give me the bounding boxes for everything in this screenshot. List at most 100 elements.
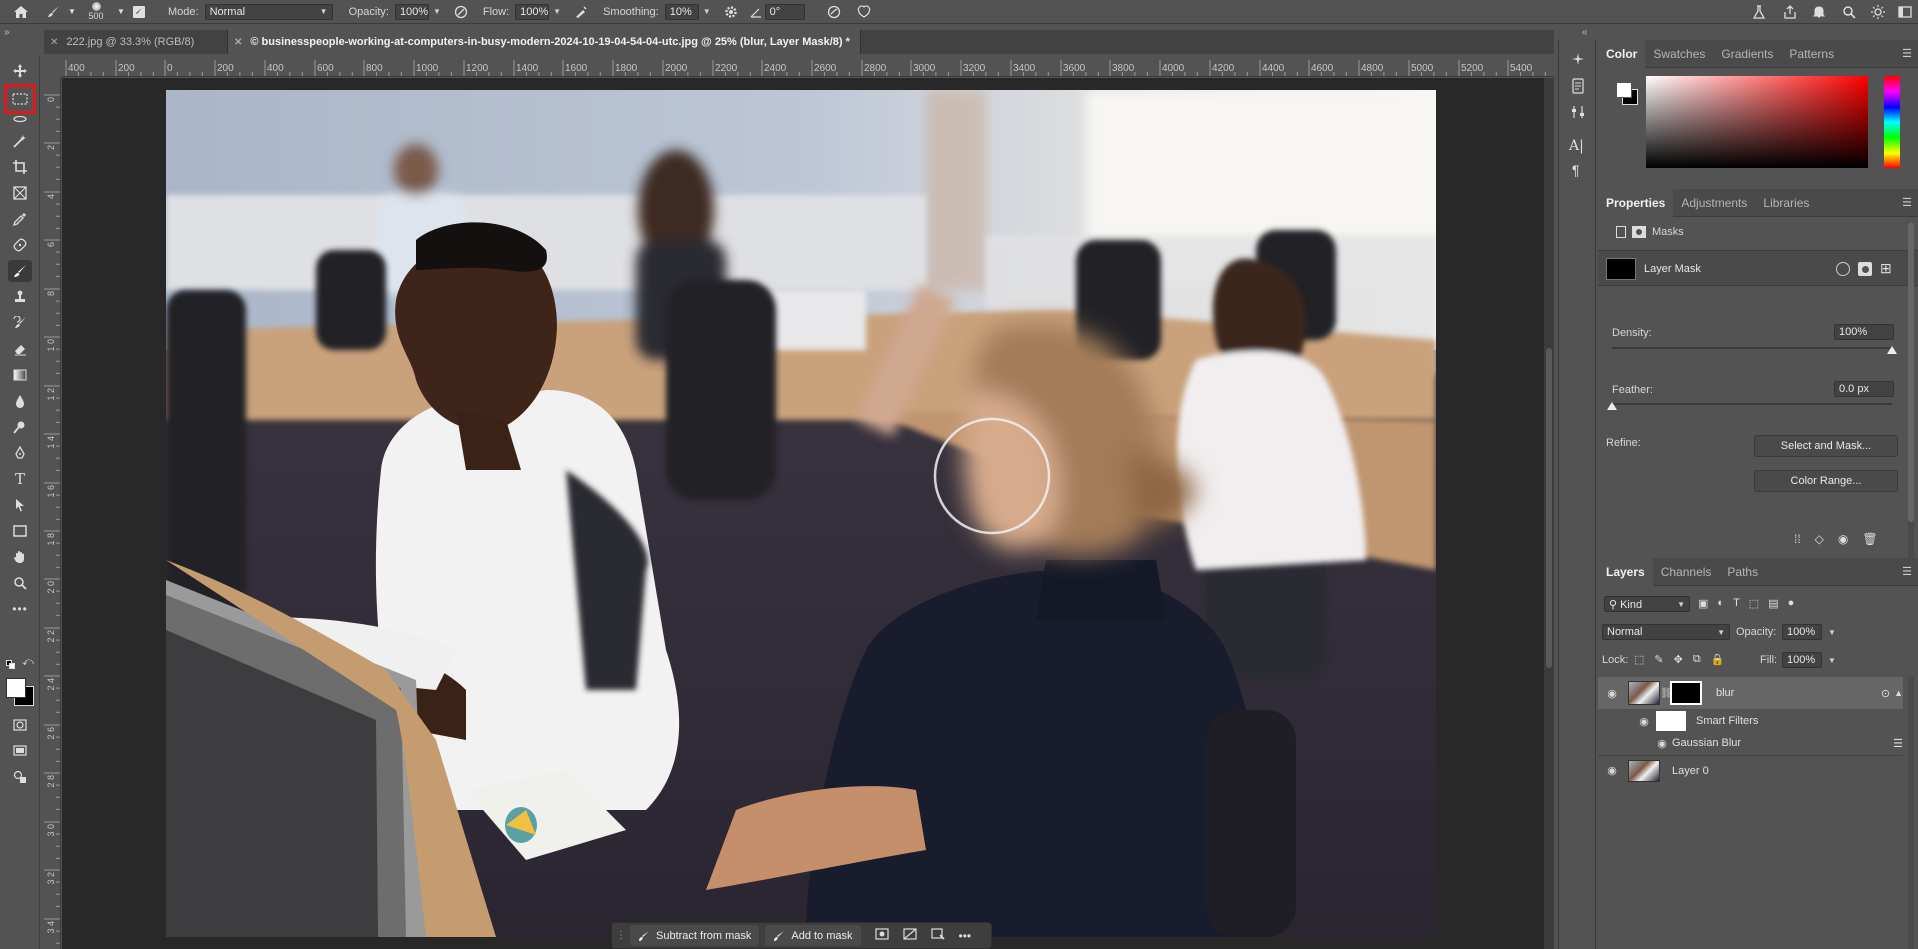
character-icon[interactable]: A|: [1569, 138, 1584, 154]
paragraph-icon[interactable]: ¶: [1572, 162, 1580, 178]
vector-mask-icon[interactable]: [1836, 262, 1850, 276]
chevron-down-icon[interactable]: ▼: [553, 7, 561, 16]
chevron-down-icon[interactable]: ▼: [1828, 656, 1836, 665]
artboard-icon[interactable]: [8, 766, 32, 788]
filter-options-icon[interactable]: ☰: [1893, 737, 1903, 750]
tab-gradients[interactable]: Gradients: [1713, 40, 1781, 68]
eye-icon[interactable]: ◉: [1602, 764, 1622, 777]
tab-swatches[interactable]: Swatches: [1645, 40, 1713, 68]
eyedropper-icon[interactable]: [8, 208, 32, 230]
layer-filter-kind[interactable]: ⚲ Kind ▼: [1604, 596, 1690, 612]
blend-mode-select[interactable]: Normal ▼: [1602, 624, 1730, 640]
tab-document-1[interactable]: ✕ 222.jpg @ 33.3% (RGB/8): [44, 30, 228, 54]
learn-icon[interactable]: [1570, 52, 1586, 71]
lock-all-icon[interactable]: 🔒: [1711, 653, 1725, 666]
properties-scrollbar[interactable]: [1908, 222, 1914, 562]
close-icon[interactable]: ✕: [234, 37, 242, 48]
default-colors-icon[interactable]: [6, 660, 15, 669]
apply-mask-icon[interactable]: ◇: [1815, 532, 1824, 546]
discover-icon[interactable]: [1864, 0, 1892, 24]
layer-mask-thumbnail[interactable]: [1670, 681, 1702, 705]
tab-color[interactable]: Color: [1598, 39, 1646, 68]
tab-layers[interactable]: Layers: [1598, 557, 1653, 586]
brush-preset-icon[interactable]: [42, 0, 66, 24]
quick-mask-icon[interactable]: [8, 714, 32, 736]
healing-brush-icon[interactable]: [8, 234, 32, 256]
shape-filter-icon[interactable]: ⬚: [1749, 597, 1759, 610]
brush-size-preview[interactable]: 500: [78, 0, 114, 24]
layers-scrollbar[interactable]: [1908, 677, 1914, 949]
lock-artboard-icon[interactable]: ⧉: [1693, 653, 1701, 666]
lock-transparent-icon[interactable]: ⬚: [1634, 653, 1644, 666]
path-selection-icon[interactable]: [8, 494, 32, 516]
type-filter-icon[interactable]: T: [1733, 597, 1740, 610]
home-icon[interactable]: [0, 0, 42, 24]
panel-menu-icon[interactable]: ☰: [1902, 47, 1912, 60]
gear-icon[interactable]: [721, 0, 741, 24]
chevron-down-icon[interactable]: ▼: [703, 7, 711, 16]
magic-wand-icon[interactable]: [8, 130, 32, 152]
tab-document-2[interactable]: ✕ © businesspeople-working-at-computers-…: [228, 30, 861, 54]
airbrush-icon[interactable]: [571, 0, 591, 24]
collapse-toolbar-icon[interactable]: »: [4, 27, 10, 38]
feather-slider-track[interactable]: [1612, 403, 1892, 405]
eye-icon[interactable]: ◉: [1634, 715, 1654, 728]
mode-select[interactable]: Normal ▼: [204, 3, 333, 20]
pressure-size-icon[interactable]: [823, 0, 845, 24]
tab-channels[interactable]: Channels: [1653, 558, 1720, 586]
brush-settings-icon[interactable]: [128, 0, 150, 24]
add-to-mask-button[interactable]: Add to mask: [765, 925, 861, 946]
bell-icon[interactable]: [1804, 0, 1834, 24]
smoothing-input[interactable]: 10%: [664, 3, 699, 20]
share-icon[interactable]: [1776, 0, 1804, 24]
trash-icon[interactable]: 🗑: [1862, 532, 1877, 546]
move-tool-icon[interactable]: [8, 60, 32, 82]
visibility-icon[interactable]: ◉: [1838, 532, 1848, 546]
chevron-down-icon[interactable]: ▼: [433, 7, 441, 16]
mask-options-icon[interactable]: [874, 928, 893, 943]
eye-icon[interactable]: ◉: [1652, 737, 1672, 750]
canvas-area[interactable]: [62, 78, 1554, 949]
swap-colors-icon[interactable]: ⤺: [22, 656, 34, 669]
canvas-vertical-scrollbar[interactable]: [1544, 78, 1554, 949]
tab-adjustments[interactable]: Adjustments: [1673, 189, 1755, 217]
image-filter-icon[interactable]: ▣: [1698, 597, 1708, 610]
layer-row-smart-filters[interactable]: ◉ Smart Filters: [1598, 709, 1903, 733]
density-slider-handle[interactable]: [1887, 346, 1897, 354]
tab-libraries[interactable]: Libraries: [1755, 189, 1817, 217]
smart-object-filter-icon[interactable]: ▤: [1768, 597, 1778, 610]
chevron-down-icon[interactable]: ▼: [114, 0, 128, 24]
pen-tool-icon[interactable]: [8, 442, 32, 464]
color-range-button[interactable]: Color Range...: [1754, 470, 1898, 492]
lock-position-icon[interactable]: ✥: [1674, 653, 1683, 666]
link-icon[interactable]: ⛓: [1660, 688, 1673, 699]
foreground-color-swatch[interactable]: [6, 678, 26, 698]
brush-tool-icon[interactable]: [8, 260, 32, 282]
collapse-panels-icon[interactable]: «: [1582, 27, 1588, 38]
lasso-tool-icon[interactable]: [8, 114, 32, 126]
smart-filter-mask-thumbnail[interactable]: [1656, 711, 1686, 731]
dodge-tool-icon[interactable]: [8, 416, 32, 438]
angle-input[interactable]: 0°: [764, 3, 805, 20]
horizontal-ruler[interactable]: 400 200 0 200 400 600 800 1000 1200 1400 1600 1800 2…: [62, 60, 1554, 77]
adjustments-icon[interactable]: [1570, 104, 1586, 123]
drag-handle-icon[interactable]: ⋮: [616, 931, 626, 941]
mask-thumbnail[interactable]: [1606, 258, 1636, 280]
vertical-ruler[interactable]: 0 2 4 6 8 1 0 1 2 1 4 1 6 1 8 2 0 2 2 2 4 2 6 2 8 3 0 3 …: [44, 77, 61, 949]
chevron-down-icon[interactable]: ▼: [1828, 628, 1836, 637]
color-picker-field[interactable]: [1646, 76, 1868, 168]
fill-input[interactable]: 100%: [1782, 652, 1822, 668]
pixel-mask-icon[interactable]: [1858, 262, 1872, 276]
adjustment-filter-icon[interactable]: ◐: [1717, 597, 1724, 610]
panel-menu-icon[interactable]: ☰: [1902, 565, 1912, 578]
type-tool-icon[interactable]: T: [8, 468, 32, 490]
symmetry-icon[interactable]: [853, 0, 875, 24]
feather-slider-handle[interactable]: [1607, 402, 1617, 410]
feather-input[interactable]: 0.0 px: [1834, 381, 1894, 397]
flask-icon[interactable]: [1742, 0, 1776, 24]
tab-patterns[interactable]: Patterns: [1781, 40, 1842, 68]
density-input[interactable]: 100%: [1834, 324, 1894, 340]
gradient-tool-icon[interactable]: [8, 364, 32, 386]
layer-row-gaussian-blur[interactable]: ◉ Gaussian Blur ☰: [1598, 733, 1903, 753]
opacity-input[interactable]: 100%: [394, 3, 429, 20]
